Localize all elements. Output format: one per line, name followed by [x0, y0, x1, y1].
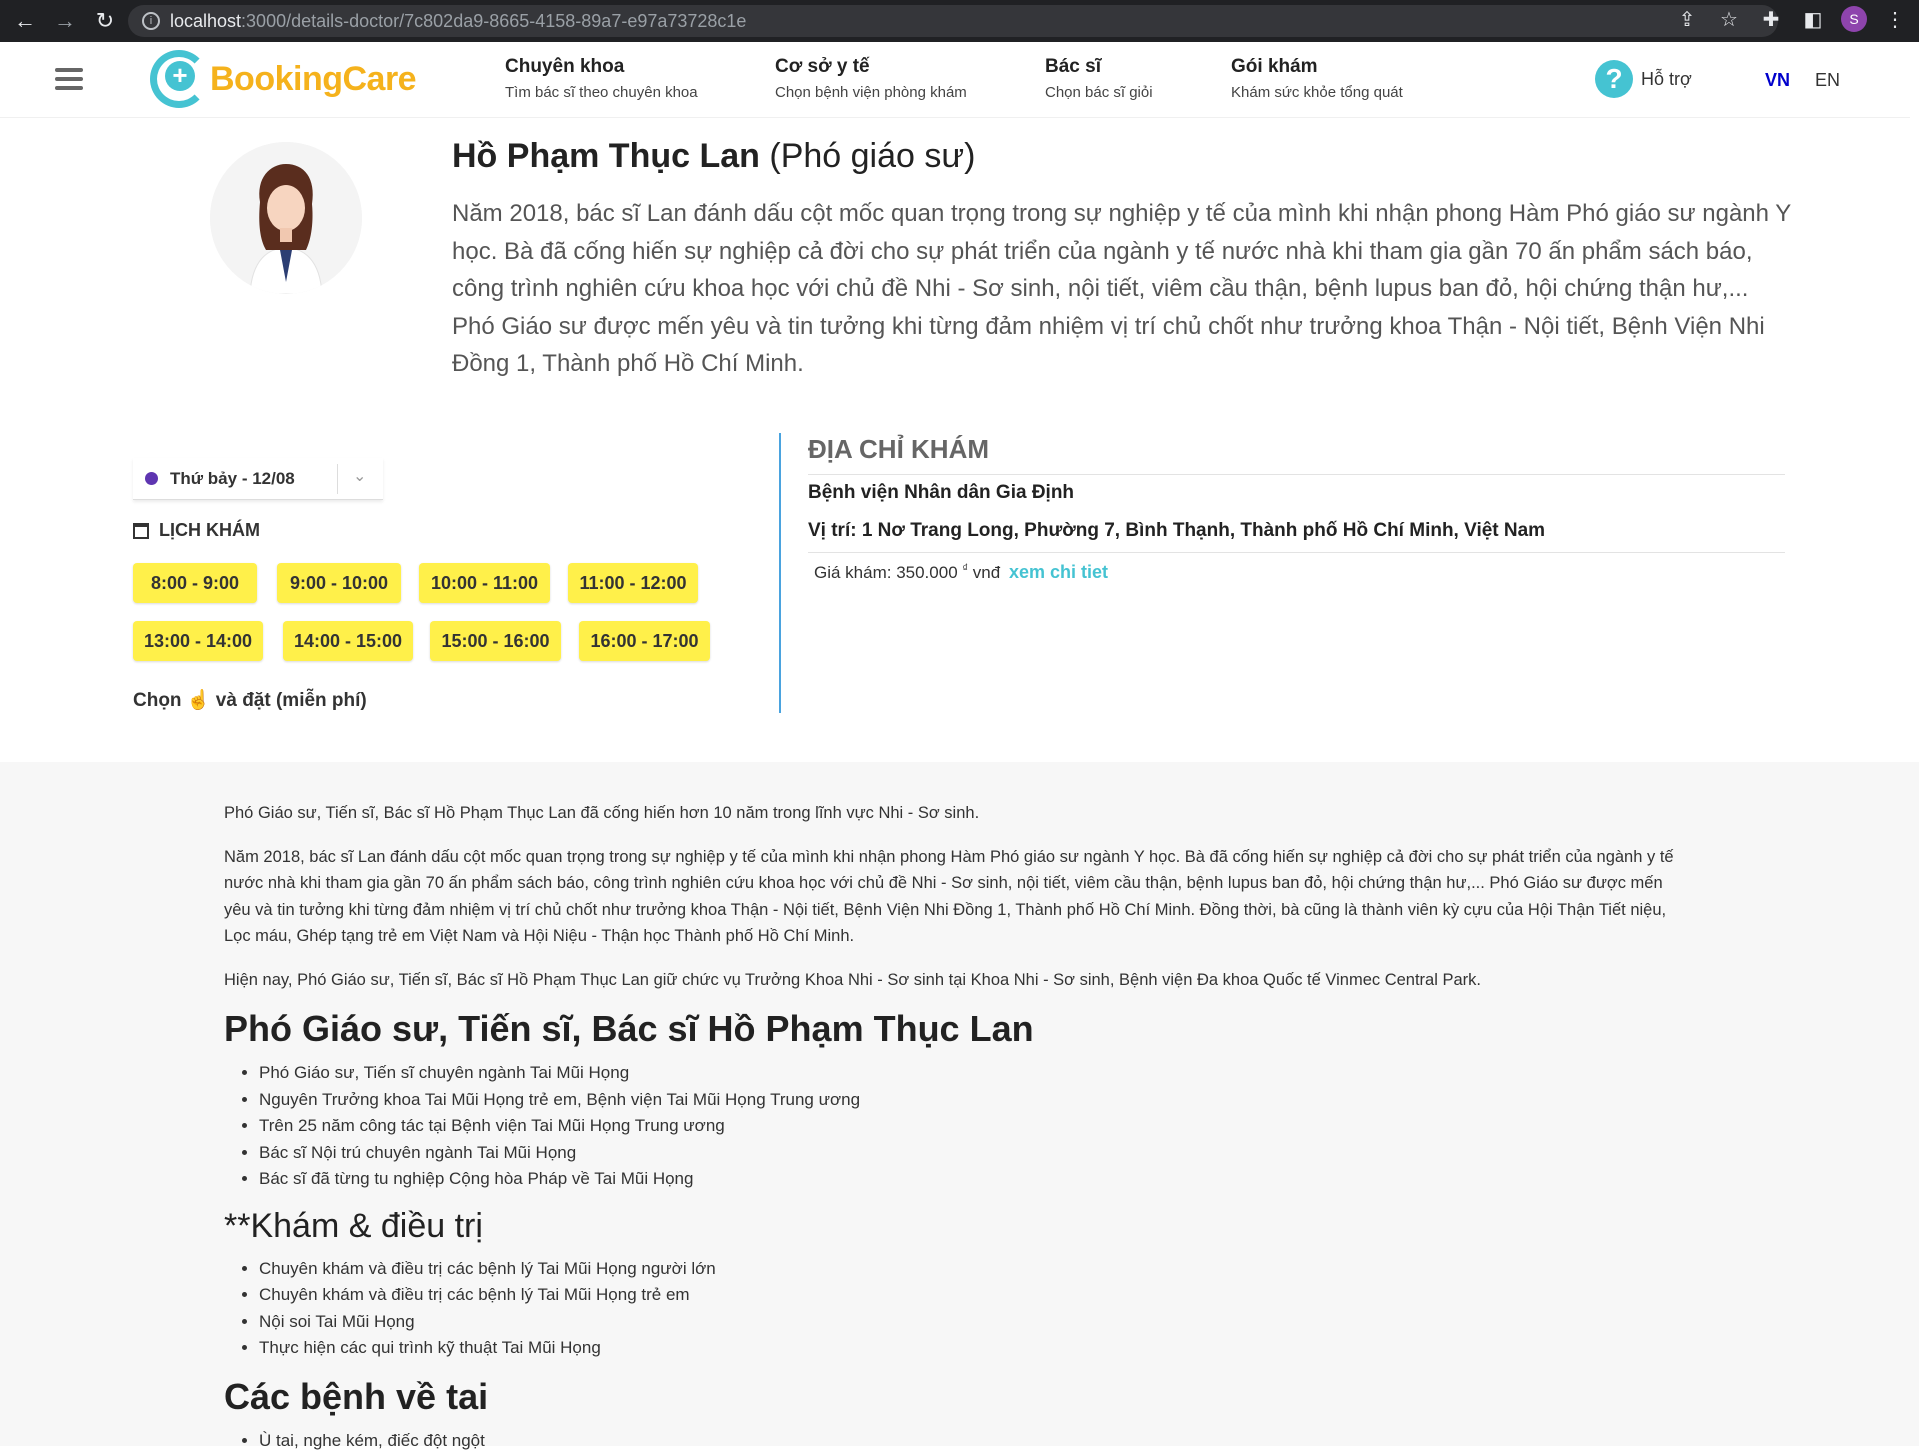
price-info: Giá khám: 350.000 ₫ vnđ xem chi tiet: [814, 562, 1108, 583]
selected-date: Thứ bảy - 12/08: [170, 469, 295, 489]
list-item: Bác sĩ đã từng tu nghiệp Cộng hòa Pháp v…: [259, 1166, 1689, 1193]
list-item: Phó Giáo sư, Tiến sĩ chuyên ngành Tai Mũ…: [259, 1060, 1689, 1087]
booking-hint-pre: Chọn: [133, 690, 182, 711]
schedule-title: LỊCH KHÁM: [133, 520, 260, 541]
time-slot[interactable]: 13:00 - 14:00: [133, 621, 263, 661]
price-label: Giá khám: 350.000: [814, 563, 958, 582]
list-item: Trên 25 năm công tác tại Bệnh viện Tai M…: [259, 1113, 1689, 1140]
nav-subtitle: Chọn bác sĩ giỏi: [1045, 84, 1153, 101]
calendar-icon: [133, 523, 149, 539]
question-icon: ?: [1595, 60, 1633, 98]
doctor-detail-section: Phó Giáo sư, Tiến sĩ, Bác sĩ Hồ Phạm Thụ…: [0, 762, 1919, 1446]
detail-list: Chuyên khám và điều trị các bệnh lý Tai …: [259, 1256, 1689, 1362]
site-header: BookingCare Chuyên khoa Tìm bác sĩ theo …: [0, 42, 1910, 118]
nav-subtitle: Khám sức khỏe tổng quát: [1231, 84, 1403, 101]
nav-title: Gói khám: [1231, 56, 1403, 78]
clinic-address: Vị trí: 1 Nơ Trang Long, Phường 7, Bình …: [808, 520, 1545, 542]
time-slot[interactable]: 14:00 - 15:00: [283, 621, 413, 661]
side-panel-icon[interactable]: ◧: [1799, 7, 1827, 32]
nav-title: Cơ sở y tế: [775, 56, 967, 78]
doctor-photo-icon: [210, 142, 362, 294]
bookmark-star-icon[interactable]: ☆: [1715, 7, 1743, 32]
logo-text: BookingCare: [210, 60, 416, 99]
detail-heading: **Khám & điều trị: [224, 1207, 1689, 1246]
nav-goi-kham[interactable]: Gói khám Khám sức khỏe tổng quát: [1231, 56, 1403, 101]
forward-arrow-icon[interactable]: →: [50, 6, 80, 36]
detail-heading: Phó Giáo sư, Tiến sĩ, Bác sĩ Hồ Phạm Thụ…: [224, 1008, 1689, 1050]
nav-subtitle: Chọn bệnh viện phòng khám: [775, 84, 967, 101]
list-item: Bác sĩ Nội trú chuyên ngành Tai Mũi Họng: [259, 1140, 1689, 1167]
time-slot[interactable]: 15:00 - 16:00: [430, 621, 561, 661]
url-host: localhost: [170, 11, 241, 32]
logo-mark-icon: [150, 50, 208, 108]
nav-title: Chuyên khoa: [505, 56, 698, 78]
doctor-name: Hồ Phạm Thục Lan (Phó giáo sư): [452, 137, 975, 176]
booking-hint: Chọn ☝ và đặt (miễn phí): [133, 688, 367, 712]
doctor-description: Năm 2018, bác sĩ Lan đánh dấu cột mốc qu…: [452, 195, 1792, 383]
profile-avatar[interactable]: S: [1841, 6, 1867, 32]
price-unit: vnđ: [973, 563, 1000, 582]
select-separator: [337, 464, 338, 494]
bookingcare-logo[interactable]: BookingCare: [150, 50, 416, 108]
date-select[interactable]: Thứ bảy - 12/08 ⌄: [133, 458, 383, 500]
doctor-detail-content: Phó Giáo sư, Tiến sĩ, Bác sĩ Hồ Phạm Thụ…: [224, 800, 1689, 1454]
list-item: Chuyên khám và điều trị các bệnh lý Tai …: [259, 1256, 1689, 1283]
time-slot[interactable]: 16:00 - 17:00: [579, 621, 710, 661]
detail-paragraph: Phó Giáo sư, Tiến sĩ, Bác sĩ Hồ Phạm Thụ…: [224, 800, 1689, 827]
url-path: :3000/details-doctor/7c802da9-8665-4158-…: [241, 11, 746, 32]
hamburger-menu-icon[interactable]: [55, 68, 83, 90]
nav-title: Bác sĩ: [1045, 56, 1153, 78]
detail-paragraph: Năm 2018, bác sĩ Lan đánh dấu cột mốc qu…: [224, 844, 1689, 950]
list-item: Chuyên khám và điều trị các bệnh lý Tai …: [259, 1282, 1689, 1309]
browser-toolbar: ← → ↻ i localhost:3000/details-doctor/7c…: [0, 0, 1919, 42]
share-icon[interactable]: ⇪: [1673, 7, 1701, 32]
list-item: Thực hiện các qui trình kỹ thuật Tai Mũi…: [259, 1335, 1689, 1362]
support-label: Hỗ trợ: [1641, 69, 1692, 90]
list-item: Nguyên Trưởng khoa Tai Mũi Họng trẻ em, …: [259, 1087, 1689, 1114]
nav-subtitle: Tìm bác sĩ theo chuyên khoa: [505, 84, 698, 101]
support-link[interactable]: ? Hỗ trợ: [1595, 60, 1692, 98]
detail-paragraph: Hiện nay, Phó Giáo sư, Tiến sĩ, Bác sĩ H…: [224, 967, 1689, 994]
detail-list: Ù tai, nghe kém, điếc đột ngột: [259, 1428, 1689, 1454]
more-menu-icon[interactable]: ⋮: [1881, 7, 1909, 32]
address-divider: [808, 474, 1785, 475]
detail-list: Phó Giáo sư, Tiến sĩ chuyên ngành Tai Mũ…: [259, 1060, 1689, 1193]
hand-pointer-icon: ☝: [187, 690, 211, 711]
extensions-puzzle-icon[interactable]: ✚: [1757, 7, 1785, 32]
address-title: ĐỊA CHỈ KHÁM: [808, 434, 989, 465]
lang-vn[interactable]: VN: [1765, 70, 1790, 91]
nav-bac-si[interactable]: Bác sĩ Chọn bác sĩ giỏi: [1045, 56, 1153, 101]
reload-icon[interactable]: ↻: [90, 6, 120, 36]
time-slot[interactable]: 8:00 - 9:00: [133, 563, 257, 603]
nav-chuyen-khoa[interactable]: Chuyên khoa Tìm bác sĩ theo chuyên khoa: [505, 56, 698, 101]
time-slot[interactable]: 11:00 - 12:00: [568, 563, 698, 603]
address-bar[interactable]: i localhost:3000/details-doctor/7c802da9…: [128, 5, 1778, 37]
clinic-name: Bệnh viện Nhân dân Gia Định: [808, 482, 1074, 504]
section-divider: [779, 433, 781, 713]
schedule-title-text: LỊCH KHÁM: [159, 520, 260, 541]
time-slot[interactable]: 10:00 - 11:00: [419, 563, 550, 603]
back-arrow-icon[interactable]: ←: [10, 6, 40, 36]
nav-co-so-y-te[interactable]: Cơ sở y tế Chọn bệnh viện phòng khám: [775, 56, 967, 101]
price-detail-link[interactable]: xem chi tiet: [1009, 562, 1108, 582]
booking-hint-post: và đặt (miễn phí): [216, 690, 367, 711]
site-info-icon[interactable]: i: [142, 12, 160, 30]
time-slot[interactable]: 9:00 - 10:00: [277, 563, 401, 603]
address-divider: [808, 552, 1785, 553]
doctor-position: (Phó giáo sư): [769, 137, 975, 175]
price-currency: ₫: [962, 562, 968, 574]
doctor-name-text: Hồ Phạm Thục Lan: [452, 137, 760, 175]
list-item: Ù tai, nghe kém, điếc đột ngột: [259, 1428, 1689, 1454]
doctor-avatar: [210, 142, 362, 294]
chevron-down-icon[interactable]: ⌄: [353, 466, 366, 486]
list-item: Nội soi Tai Mũi Họng: [259, 1309, 1689, 1336]
lang-en[interactable]: EN: [1815, 70, 1840, 91]
detail-heading: Các bệnh về tai: [224, 1376, 1689, 1418]
date-dot-icon: [145, 472, 158, 485]
